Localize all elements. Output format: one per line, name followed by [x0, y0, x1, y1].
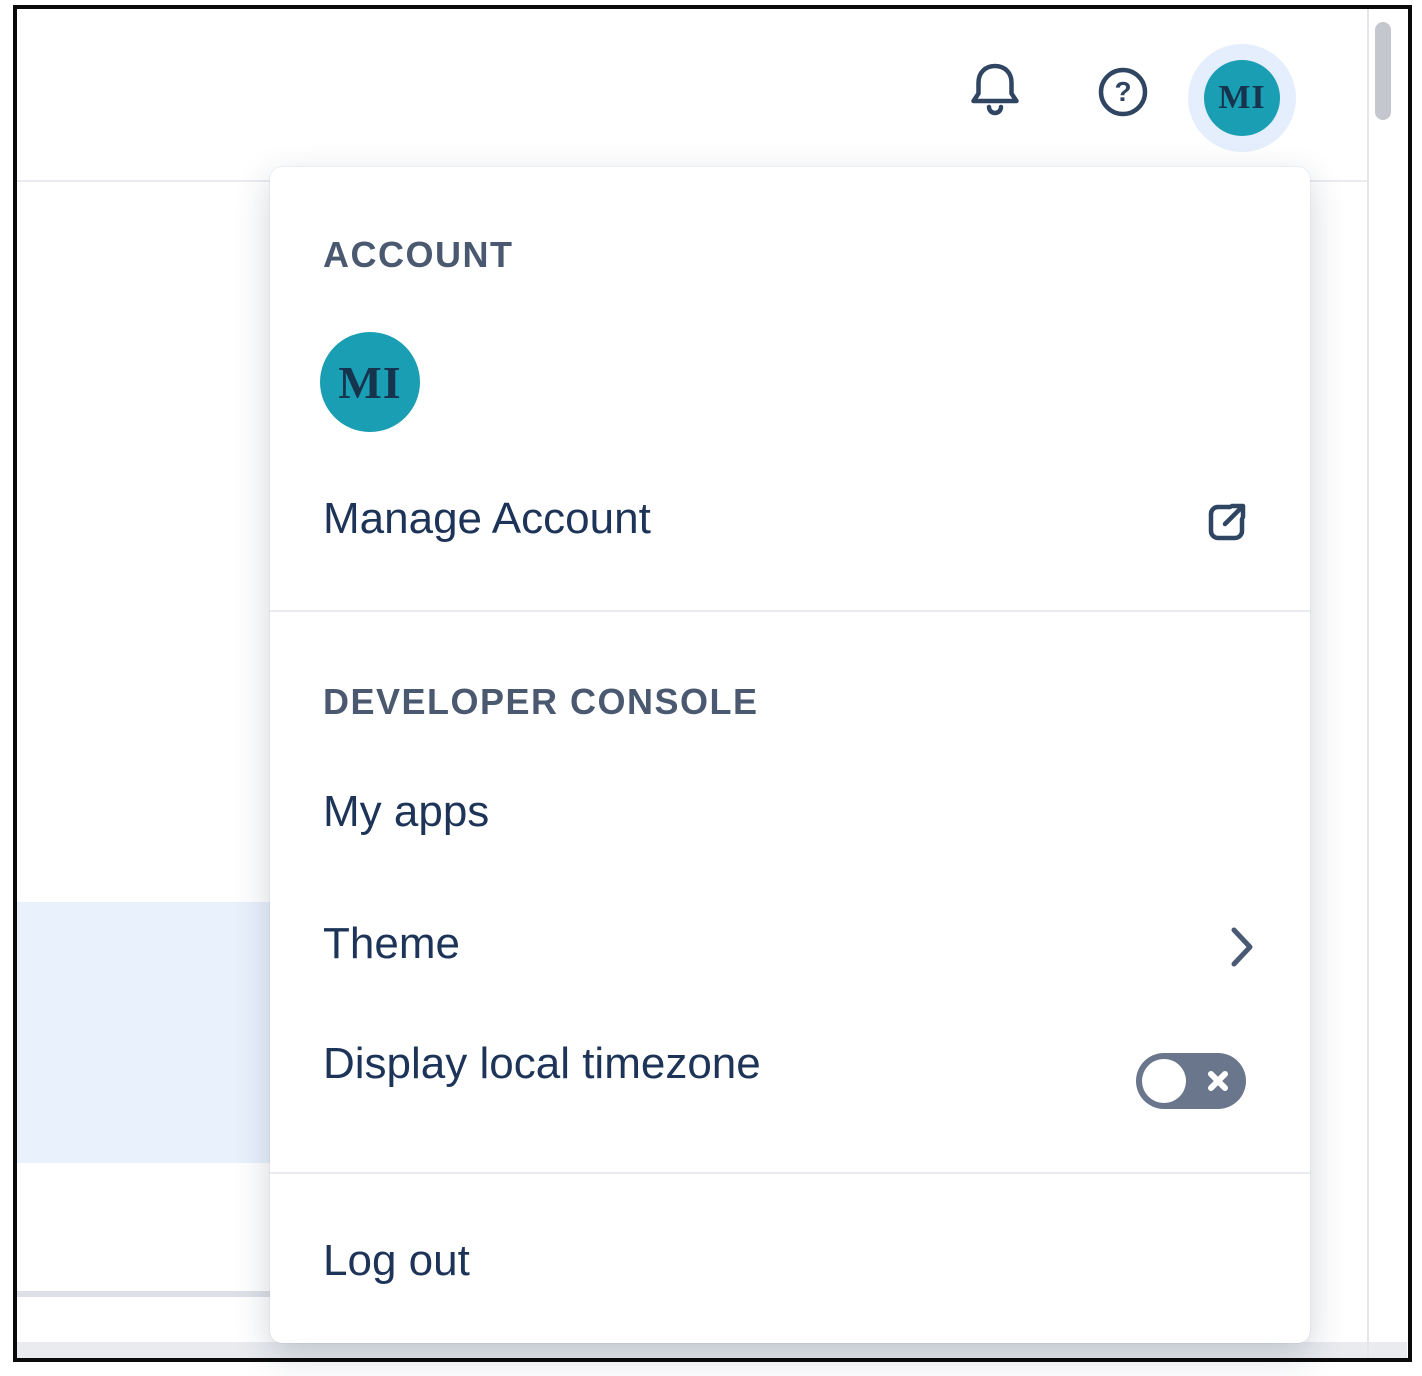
- timezone-toggle[interactable]: [1136, 1053, 1246, 1109]
- menu-divider: [270, 610, 1310, 612]
- notifications-button[interactable]: [968, 58, 1022, 120]
- avatar: MI: [1204, 60, 1280, 136]
- toggle-knob: [1142, 1059, 1186, 1103]
- scrollbar-track: [1367, 9, 1369, 1358]
- manage-account-label: Manage Account: [323, 494, 651, 543]
- question-mark-icon: ?: [1096, 65, 1150, 119]
- menu-avatar[interactable]: MI: [320, 332, 420, 432]
- chevron-right-icon: [1226, 924, 1258, 970]
- log-out-label: Log out: [323, 1236, 470, 1285]
- theme-label: Theme: [323, 919, 460, 968]
- bell-icon: [968, 58, 1022, 120]
- account-dropdown-menu: ACCOUNT MI Manage Account DEVELOPER CONS…: [270, 167, 1310, 1343]
- my-apps-label: My apps: [323, 787, 489, 836]
- theme-item[interactable]: Theme: [270, 916, 1310, 971]
- display-local-timezone-label: Display local timezone: [323, 1039, 761, 1088]
- account-section-label: ACCOUNT: [323, 232, 513, 277]
- background-footer-band: [17, 1342, 1407, 1358]
- developer-console-section-label: DEVELOPER CONSOLE: [323, 679, 759, 724]
- scrollbar-thumb[interactable]: [1375, 22, 1391, 120]
- external-link-icon[interactable]: [1203, 498, 1251, 546]
- account-avatar-button[interactable]: MI: [1188, 44, 1296, 152]
- menu-divider: [270, 1172, 1310, 1174]
- toggle-off-x-icon: [1204, 1067, 1232, 1095]
- manage-account-item[interactable]: Manage Account: [270, 491, 1310, 546]
- help-button[interactable]: ?: [1096, 65, 1150, 119]
- svg-text:?: ?: [1114, 76, 1131, 107]
- my-apps-item[interactable]: My apps: [270, 784, 1310, 839]
- log-out-item[interactable]: Log out: [270, 1233, 1310, 1288]
